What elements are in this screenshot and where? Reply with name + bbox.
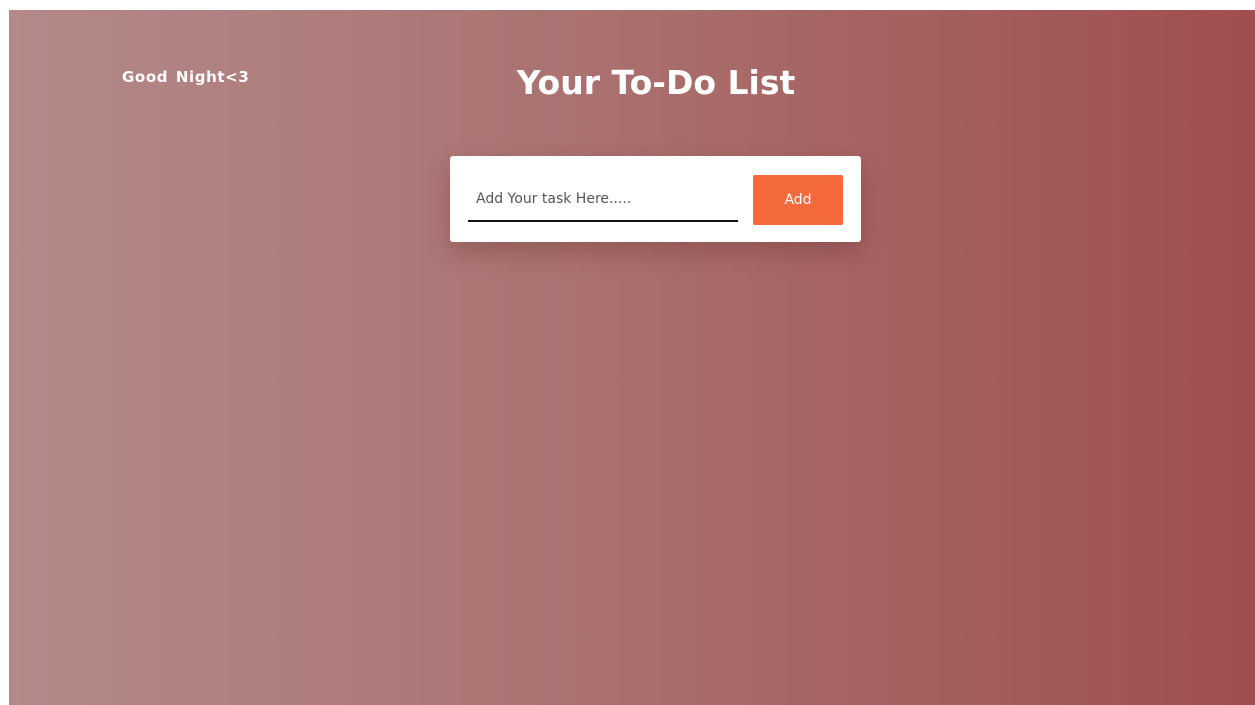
page-title: Your To-Do List: [516, 63, 796, 102]
task-entry-card: Add: [450, 156, 861, 242]
task-input[interactable]: [468, 178, 738, 222]
add-task-button[interactable]: Add: [753, 175, 843, 225]
app-background: Good Night<3 Your To-Do List Add: [9, 10, 1255, 705]
